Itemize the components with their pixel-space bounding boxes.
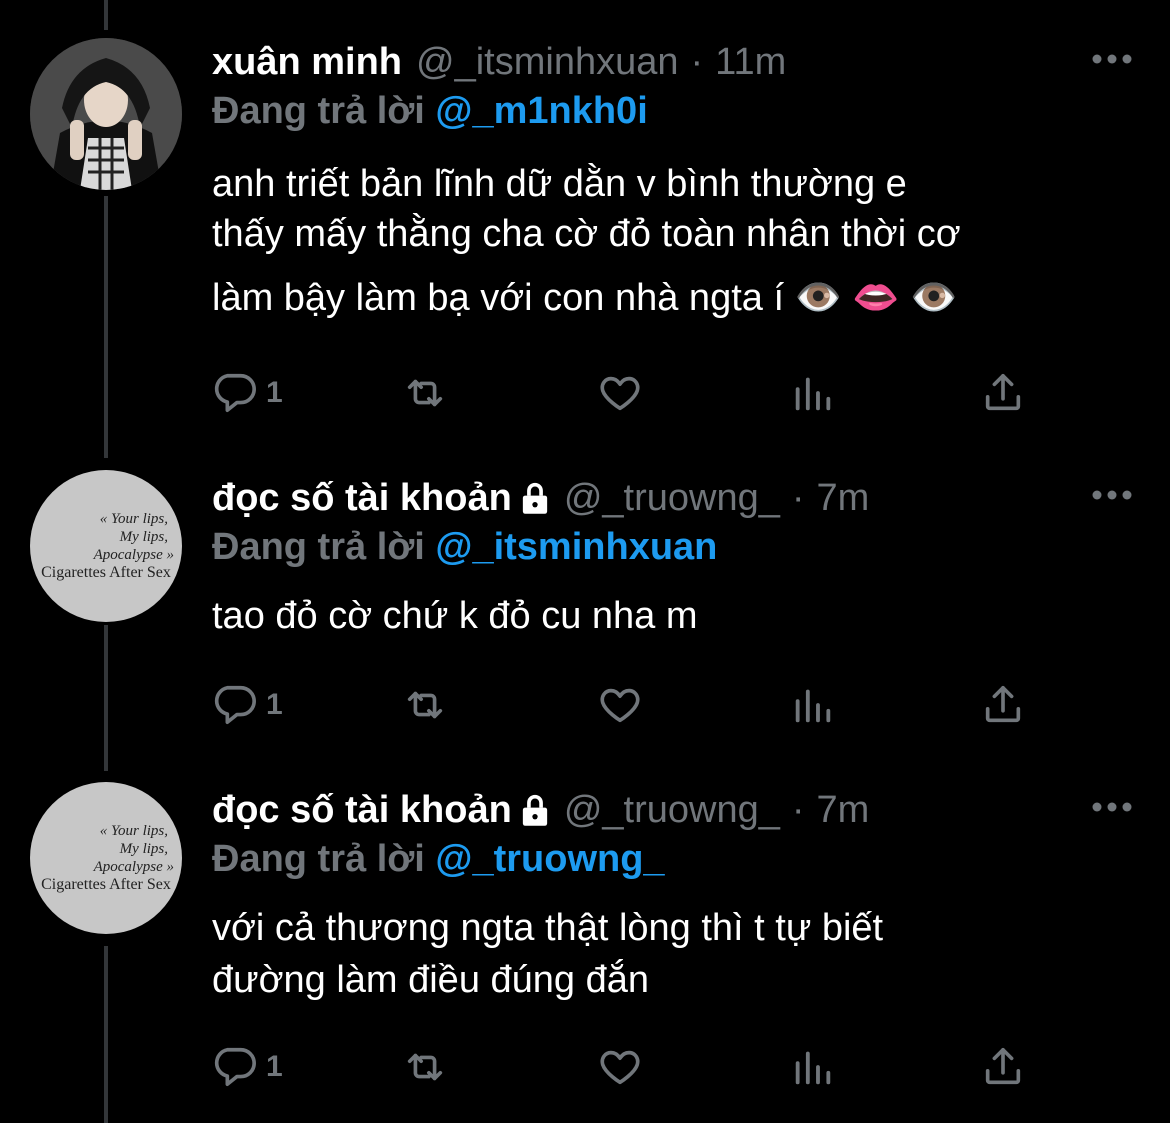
timestamp[interactable]: 11m: [715, 41, 786, 84]
share-button[interactable]: [980, 368, 1026, 418]
like-button[interactable]: [597, 680, 643, 730]
tweet[interactable]: xuân minh @_itsminhxuan · 11m Đang trả l…: [0, 34, 1170, 434]
views-button[interactable]: [790, 1042, 836, 1092]
mention-link[interactable]: @_m1nkh0i: [435, 90, 647, 132]
avatar-caption: « Your lips, My lips, Apocalypse » Cigar…: [36, 822, 176, 894]
mention-link[interactable]: @_truowng_: [435, 838, 664, 880]
avatar-caption-line: Apocalypse »: [93, 547, 174, 563]
share-button[interactable]: [980, 1042, 1026, 1092]
text-line: tao đỏ cờ chứ k đỏ cu nha m: [212, 595, 698, 637]
lock-icon: [522, 794, 547, 826]
text-line: làm bậy làm bạ với con nhà ngta í 👁️ 👄 👁…: [212, 277, 958, 319]
views-button[interactable]: [790, 368, 836, 418]
tweet-actions: 1: [212, 680, 1042, 730]
more-dots-icon[interactable]: [1092, 52, 1132, 70]
heart-icon: [600, 376, 640, 411]
retweet-button[interactable]: [402, 368, 448, 418]
retweet-icon: [407, 379, 443, 407]
share-button[interactable]: [980, 680, 1026, 730]
text-line: với cả thương ngta thật lòng thì t tự bi…: [212, 907, 884, 949]
views-icon: [795, 377, 831, 411]
reply-count: 1: [266, 376, 283, 409]
reply-button[interactable]: 1: [212, 680, 283, 730]
timestamp[interactable]: 7m: [817, 789, 870, 832]
replying-label: Đang trả lời: [212, 90, 425, 132]
avatar-caption-line: Cigarettes After Sex: [41, 564, 171, 581]
reply-count: 1: [266, 688, 283, 721]
avatar-caption-line: « Your lips,: [99, 511, 168, 527]
avatar-caption-line: Cigarettes After Sex: [41, 876, 171, 893]
tweet-text: tao đỏ cờ chứ k đỏ cu nha m: [212, 588, 1132, 644]
display-name[interactable]: đọc số tài khoản: [212, 477, 512, 520]
reply-count: 1: [266, 1050, 283, 1083]
user-handle[interactable]: @_itsminhxuan: [416, 41, 678, 84]
tweet[interactable]: « Your lips, My lips, Apocalypse » Cigar…: [0, 470, 1170, 750]
avatar-photo: [30, 38, 182, 190]
share-icon: [985, 373, 1021, 411]
views-icon: [795, 1051, 831, 1085]
share-icon: [985, 685, 1021, 723]
replying-to: Đang trả lời @_m1nkh0i: [212, 90, 648, 133]
reply-icon: [214, 373, 256, 413]
user-handle[interactable]: @_truowng_: [564, 477, 780, 520]
share-icon: [985, 1047, 1021, 1085]
retweet-icon: [407, 691, 443, 719]
heart-icon: [600, 1050, 640, 1085]
tweet-header: xuân minh @_itsminhxuan · 11m: [212, 34, 786, 90]
tweet-header: đọc số tài khoản @_truowng_ · 7m: [212, 470, 869, 526]
separator-dot: ·: [791, 788, 805, 831]
more-dots-icon[interactable]: [1092, 488, 1132, 506]
tweet[interactable]: « Your lips, My lips, Apocalypse » Cigar…: [0, 782, 1170, 1123]
text-line: anh triết bản lĩnh dữ dằn v bình thường …: [212, 163, 907, 205]
reply-icon: [214, 685, 256, 725]
separator-dot: ·: [791, 476, 805, 519]
views-icon: [795, 689, 831, 723]
tweet-actions: 1: [212, 1042, 1042, 1092]
tweet-header: đọc số tài khoản @_truowng_ · 7m: [212, 782, 869, 838]
tweet-text: anh triết bản lĩnh dữ dằn v bình thường …: [212, 156, 1132, 326]
more-dots-icon[interactable]: [1092, 800, 1132, 818]
avatar[interactable]: [30, 38, 182, 190]
avatar-caption-line: Apocalypse »: [93, 859, 174, 875]
avatar[interactable]: « Your lips, My lips, Apocalypse » Cigar…: [30, 470, 182, 622]
like-button[interactable]: [597, 1042, 643, 1092]
user-handle[interactable]: @_truowng_: [564, 789, 780, 832]
display-name[interactable]: đọc số tài khoản: [212, 789, 512, 832]
separator-dot: ·: [690, 40, 704, 83]
views-button[interactable]: [790, 680, 836, 730]
retweet-icon: [407, 1053, 443, 1081]
replying-to: Đang trả lời @_itsminhxuan: [212, 526, 717, 569]
avatar-caption-line: « Your lips,: [99, 823, 168, 839]
text-line: đường làm điều đúng đắn: [212, 959, 649, 1001]
avatar-caption: « Your lips, My lips, Apocalypse » Cigar…: [36, 510, 176, 582]
reply-button[interactable]: 1: [212, 1042, 283, 1092]
retweet-button[interactable]: [402, 1042, 448, 1092]
replying-label: Đang trả lời: [212, 526, 425, 568]
heart-icon: [600, 688, 640, 723]
mention-link[interactable]: @_itsminhxuan: [435, 526, 717, 568]
retweet-button[interactable]: [402, 680, 448, 730]
reply-icon: [214, 1047, 256, 1087]
avatar[interactable]: « Your lips, My lips, Apocalypse » Cigar…: [30, 782, 182, 934]
tweet-actions: 1: [212, 368, 1042, 418]
reply-button[interactable]: 1: [212, 368, 283, 418]
like-button[interactable]: [597, 368, 643, 418]
replying-label: Đang trả lời: [212, 838, 425, 880]
tweet-text: với cả thương ngta thật lòng thì t tự bi…: [212, 900, 1132, 1008]
avatar-caption-line: My lips,: [119, 529, 168, 545]
timestamp[interactable]: 7m: [817, 477, 870, 520]
display-name[interactable]: xuân minh: [212, 41, 402, 84]
text-line: thấy mấy thằng cha cờ đỏ toàn nhân thời …: [212, 213, 961, 255]
avatar-caption-line: My lips,: [119, 841, 168, 857]
replying-to: Đang trả lời @_truowng_: [212, 838, 665, 881]
lock-icon: [522, 482, 547, 514]
thread-line: [104, 0, 108, 30]
